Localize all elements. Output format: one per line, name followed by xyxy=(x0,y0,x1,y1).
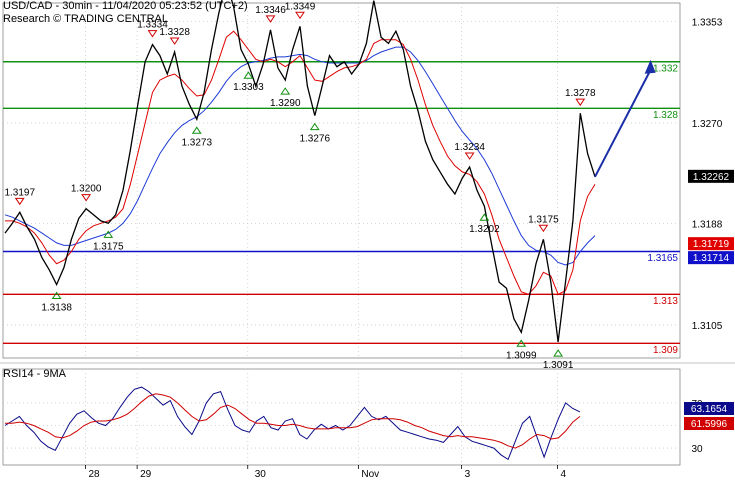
swing-high-label: 1.3328 xyxy=(159,27,190,38)
chart-title: USD/CAD - 30min - 11/04/2020 05:23:52 (U… xyxy=(3,0,248,12)
swing-low-label: 1.3138 xyxy=(41,303,72,314)
swing-high-label: 1.3200 xyxy=(71,184,102,195)
rsi-y-tick-label: 30 xyxy=(691,444,703,455)
price-badge-label: 1.32262 xyxy=(693,172,730,183)
x-tick-label: Nov xyxy=(361,469,379,480)
level-label: 1.309 xyxy=(653,345,678,356)
swing-low-label: 1.3099 xyxy=(506,350,537,361)
swing-low-label: 1.3290 xyxy=(270,98,301,109)
price-chart: 282930Nov341.33531.32701.31881.310570301… xyxy=(0,0,735,480)
chart-stage: 282930Nov341.33531.32701.31881.310570301… xyxy=(0,0,735,480)
swing-high-label: 1.3278 xyxy=(565,88,596,99)
level-label: 1.328 xyxy=(653,110,678,121)
y-tick-label: 1.3105 xyxy=(692,321,723,332)
price-badge-label: 1.31719 xyxy=(693,239,730,250)
swing-low-label: 1.3303 xyxy=(233,82,264,93)
swing-high-label: 1.3346 xyxy=(255,5,286,16)
chart-subtitle: Research © TRADING CENTRAL xyxy=(3,13,168,25)
swing-high-label: 1.3197 xyxy=(4,187,35,198)
price-panel xyxy=(2,2,681,359)
x-tick-label: 29 xyxy=(140,469,152,480)
swing-low-label: 1.3273 xyxy=(181,137,212,148)
price-badge-label: 1.31714 xyxy=(693,253,730,264)
level-label: 1.332 xyxy=(653,63,678,74)
y-tick-label: 1.3270 xyxy=(692,119,723,130)
x-tick-label: 28 xyxy=(89,469,101,480)
swing-high-label: 1.3234 xyxy=(454,142,485,153)
x-tick-label: 30 xyxy=(255,469,267,480)
rsi-panel-title: RSI14 - 9MA xyxy=(3,368,66,380)
swing-high-label: 1.3175 xyxy=(528,214,559,225)
rsi-ma-value-badge-label: 61.5996 xyxy=(691,419,728,430)
level-label: 1.313 xyxy=(653,296,678,307)
y-tick-label: 1.3353 xyxy=(692,17,723,28)
x-tick-label: 3 xyxy=(465,469,471,480)
level-label: 1.3165 xyxy=(647,253,678,264)
swing-high-label: 1.3349 xyxy=(285,1,316,12)
swing-low-label: 1.3091 xyxy=(543,360,574,371)
swing-low-label: 1.3175 xyxy=(93,241,124,252)
swing-low-label: 1.3202 xyxy=(469,224,500,235)
rsi-value-badge-label: 63.1654 xyxy=(691,404,728,415)
x-tick-label: 4 xyxy=(561,469,567,480)
y-tick-label: 1.3188 xyxy=(692,219,723,230)
swing-low-label: 1.3276 xyxy=(299,134,330,145)
